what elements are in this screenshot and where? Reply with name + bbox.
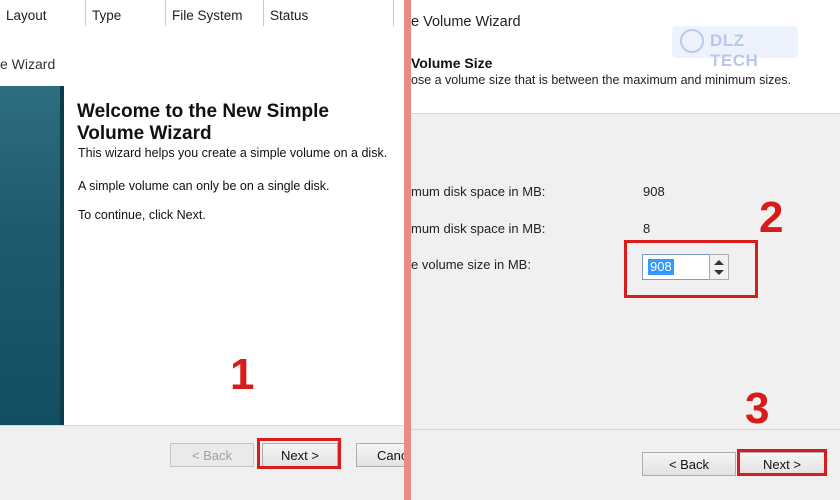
min-disk-space-label: mum disk space in MB: <box>411 221 546 236</box>
max-disk-space-label: mum disk space in MB: <box>411 184 546 199</box>
cancel-button[interactable]: Canc <box>356 443 404 467</box>
welcome-description: This wizard helps you create a simple vo… <box>78 146 388 160</box>
welcome-heading: Welcome to the New Simple Volume Wizard <box>77 101 329 144</box>
wizard-window-title: e Volume Wizard <box>411 14 521 30</box>
next-button-highlight <box>737 449 827 476</box>
volume-size-panel: e Volume Wizard Volume Size ose a volume… <box>411 0 840 500</box>
image-divider <box>404 0 411 500</box>
wizard-button-bar: < Back Next > Canc <box>0 425 404 500</box>
volume-size-label: e volume size in MB: <box>411 257 531 272</box>
brand-watermark-text: DLZ TECH <box>710 31 759 70</box>
welcome-wizard-panel: Layout Type File System Status e Wizard … <box>0 0 404 500</box>
back-button[interactable]: < Back <box>170 443 254 467</box>
brand-logo-icon <box>680 29 704 53</box>
column-file-system[interactable]: File System <box>166 0 264 26</box>
page-subtitle: ose a volume size that is between the ma… <box>411 73 792 87</box>
page-heading: Volume Size <box>411 55 493 71</box>
brand-watermark: DLZ TECH <box>672 26 798 70</box>
wizard-sidebar-edge <box>60 86 64 451</box>
column-type[interactable]: Type <box>86 0 166 26</box>
step-marker-1: 1 <box>230 350 255 399</box>
wizard-sidebar-banner <box>0 86 62 451</box>
welcome-note: A simple volume can only be on a single … <box>78 179 330 193</box>
wizard-window-title: e Wizard <box>0 56 56 72</box>
disk-list-column-header: Layout Type File System Status <box>0 0 404 27</box>
max-disk-space-value: 908 <box>643 184 665 199</box>
next-button-highlight <box>257 438 341 469</box>
volume-size-highlight <box>624 240 758 298</box>
welcome-instruction: To continue, click Next. <box>78 208 206 222</box>
step-marker-2: 2 <box>759 193 784 242</box>
min-disk-space-value: 8 <box>643 221 651 236</box>
back-button[interactable]: < Back <box>642 452 736 476</box>
column-status[interactable]: Status <box>264 0 394 26</box>
step-marker-3: 3 <box>745 384 770 433</box>
column-layout[interactable]: Layout <box>0 0 86 26</box>
